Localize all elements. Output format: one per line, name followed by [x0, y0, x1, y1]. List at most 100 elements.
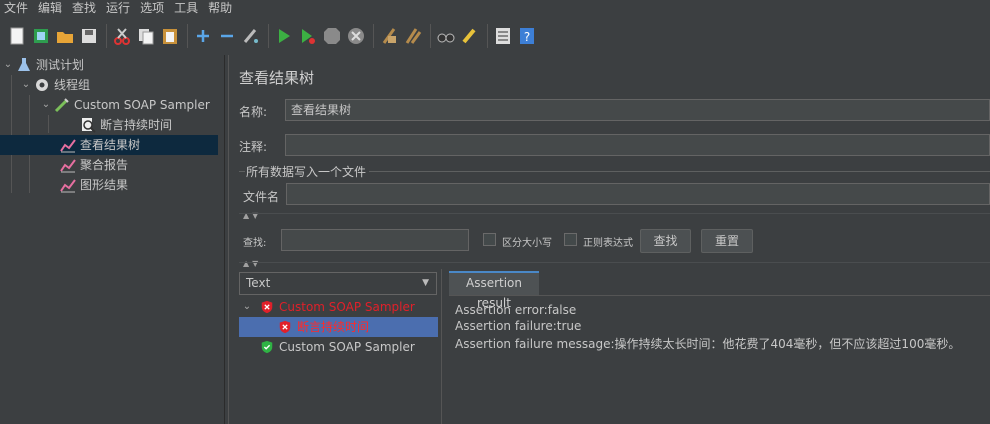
paste-icon[interactable]	[159, 25, 181, 47]
divider	[239, 262, 990, 263]
svg-text:?: ?	[524, 30, 530, 44]
comment-field[interactable]	[285, 134, 990, 156]
renderer-select[interactable]: Text ▼	[239, 272, 437, 295]
search-button[interactable]: 查找	[640, 229, 691, 253]
pipette-icon	[54, 97, 70, 113]
help-icon[interactable]: ?	[516, 25, 538, 47]
toolbar-separator	[430, 24, 431, 48]
magnifier-icon	[80, 117, 96, 133]
copy-icon[interactable]	[135, 25, 157, 47]
tab-assertion-result[interactable]: Assertion result	[449, 271, 539, 310]
reset-button[interactable]: 重置	[701, 229, 753, 253]
tree-node-thread-group[interactable]: ⌄ 线程组	[20, 75, 90, 95]
chevron-down-icon: ▼	[422, 278, 429, 288]
fail-shield-icon	[259, 299, 275, 315]
assertion-message-line: Assertion failure message:操作持续太长时间：他花费了4…	[455, 337, 961, 351]
tree-node-view-results-tree[interactable]: 查看结果树	[0, 135, 218, 155]
name-label: 名称:	[239, 105, 268, 119]
test-plan-tree: ⌄ 测试计划 ⌄ 线程组 ⌄ Custom SOAP Sampler 断言持续时…	[0, 55, 224, 424]
result-label: Custom SOAP Sampler	[279, 340, 415, 354]
result-label: 断言持续时间	[297, 320, 370, 334]
divider	[239, 213, 990, 214]
menu-help[interactable]: 帮助	[204, 0, 238, 17]
clear-icon[interactable]	[378, 25, 400, 47]
search-label: 查找:	[243, 238, 267, 249]
tree-node-label: 聚合报告	[80, 158, 129, 172]
regex-checkbox[interactable]	[564, 233, 577, 246]
menu-tools[interactable]: 工具	[170, 0, 204, 17]
menu-file[interactable]: 文件	[0, 0, 34, 17]
group-title: 所有数据写入一个文件	[246, 165, 367, 179]
gear-icon	[34, 77, 50, 93]
toolbar-separator	[268, 24, 269, 48]
tree-node-label: 测试计划	[36, 58, 85, 72]
start-no-pause-icon[interactable]	[297, 25, 319, 47]
assertion-error-line: Assertion error:false	[455, 303, 577, 317]
menu-edit[interactable]: 编辑	[34, 0, 68, 17]
flask-icon	[16, 57, 32, 73]
menu-search[interactable]: 查找	[68, 0, 102, 17]
chart-icon	[60, 177, 76, 193]
tree-node-duration-assertion[interactable]: 断言持续时间	[78, 115, 172, 135]
search-input[interactable]	[281, 229, 469, 251]
shutdown-icon[interactable]	[345, 25, 367, 47]
toggle-icon[interactable]	[240, 25, 262, 47]
filename-field[interactable]	[286, 183, 990, 205]
ok-shield-icon	[259, 339, 275, 355]
function-helper-icon[interactable]	[492, 25, 514, 47]
chevron-down-icon[interactable]: ⌄	[2, 55, 14, 75]
templates-icon[interactable]	[30, 25, 52, 47]
tree-node-test-plan[interactable]: ⌄ 测试计划	[2, 55, 84, 75]
renderer-value: Text	[246, 276, 271, 290]
cut-icon[interactable]	[111, 25, 133, 47]
chart-icon	[60, 157, 76, 173]
tree-node-graph-results[interactable]: 图形结果	[58, 175, 128, 195]
clear-all-icon[interactable]	[402, 25, 424, 47]
chevron-down-icon[interactable]: ⌄	[20, 75, 32, 95]
result-row[interactable]: ⌄ Custom SOAP Sampler	[239, 297, 438, 317]
menu-options[interactable]: 选项	[136, 0, 170, 17]
toolbar-separator	[373, 24, 374, 48]
chevron-down-icon[interactable]: ⌄	[40, 95, 52, 115]
tree-node-label: 图形结果	[80, 178, 129, 192]
collapse-icon[interactable]	[216, 25, 238, 47]
menubar: 文件 编辑 查找 运行 选项 工具 帮助	[0, 0, 990, 17]
splitter-arrows-icon[interactable]: ▲▼	[243, 259, 261, 268]
toolbar: ?	[0, 18, 990, 54]
result-label: Custom SOAP Sampler	[279, 300, 415, 314]
chart-icon	[60, 137, 76, 153]
toolbar-separator	[106, 24, 107, 48]
filename-label: 文件名	[243, 190, 280, 204]
search-icon[interactable]	[435, 25, 457, 47]
regex-label: 正则表达式	[583, 238, 633, 249]
tab-divider	[449, 295, 990, 296]
fail-shield-icon	[277, 319, 293, 335]
name-field[interactable]: 查看结果树	[285, 99, 990, 121]
results-splitter[interactable]	[441, 269, 447, 424]
new-icon[interactable]	[6, 25, 28, 47]
result-row[interactable]: Custom SOAP Sampler	[239, 337, 438, 357]
save-icon[interactable]	[78, 25, 100, 47]
open-icon[interactable]	[54, 25, 76, 47]
tree-node-label: 查看结果树	[80, 138, 141, 152]
tree-node-label: 断言持续时间	[100, 118, 173, 132]
start-icon[interactable]	[273, 25, 295, 47]
tree-node-aggregate-report[interactable]: 聚合报告	[58, 155, 128, 175]
toolbar-separator	[487, 24, 488, 48]
group-border	[239, 171, 245, 172]
tree-node-label: Custom SOAP Sampler	[74, 98, 210, 112]
comment-label: 注释:	[239, 140, 268, 154]
chevron-down-icon[interactable]: ⌄	[241, 297, 253, 317]
group-border	[369, 171, 990, 172]
case-sensitive-label: 区分大小写	[502, 238, 552, 249]
case-sensitive-checkbox[interactable]	[483, 233, 496, 246]
menu-run[interactable]: 运行	[102, 0, 136, 17]
stop-icon[interactable]	[321, 25, 343, 47]
view-results-tree-panel: 查看结果树 名称: 查看结果树 注释: 所有数据写入一个文件 文件名 ▲▼ 查找…	[229, 55, 990, 424]
assertion-failure-line: Assertion failure:true	[455, 319, 582, 333]
expand-icon[interactable]	[192, 25, 214, 47]
toolbar-separator	[187, 24, 188, 48]
tree-node-soap-sampler[interactable]: ⌄ Custom SOAP Sampler	[40, 95, 210, 115]
reset-search-icon[interactable]	[459, 25, 481, 47]
result-row[interactable]: 断言持续时间	[239, 317, 438, 337]
